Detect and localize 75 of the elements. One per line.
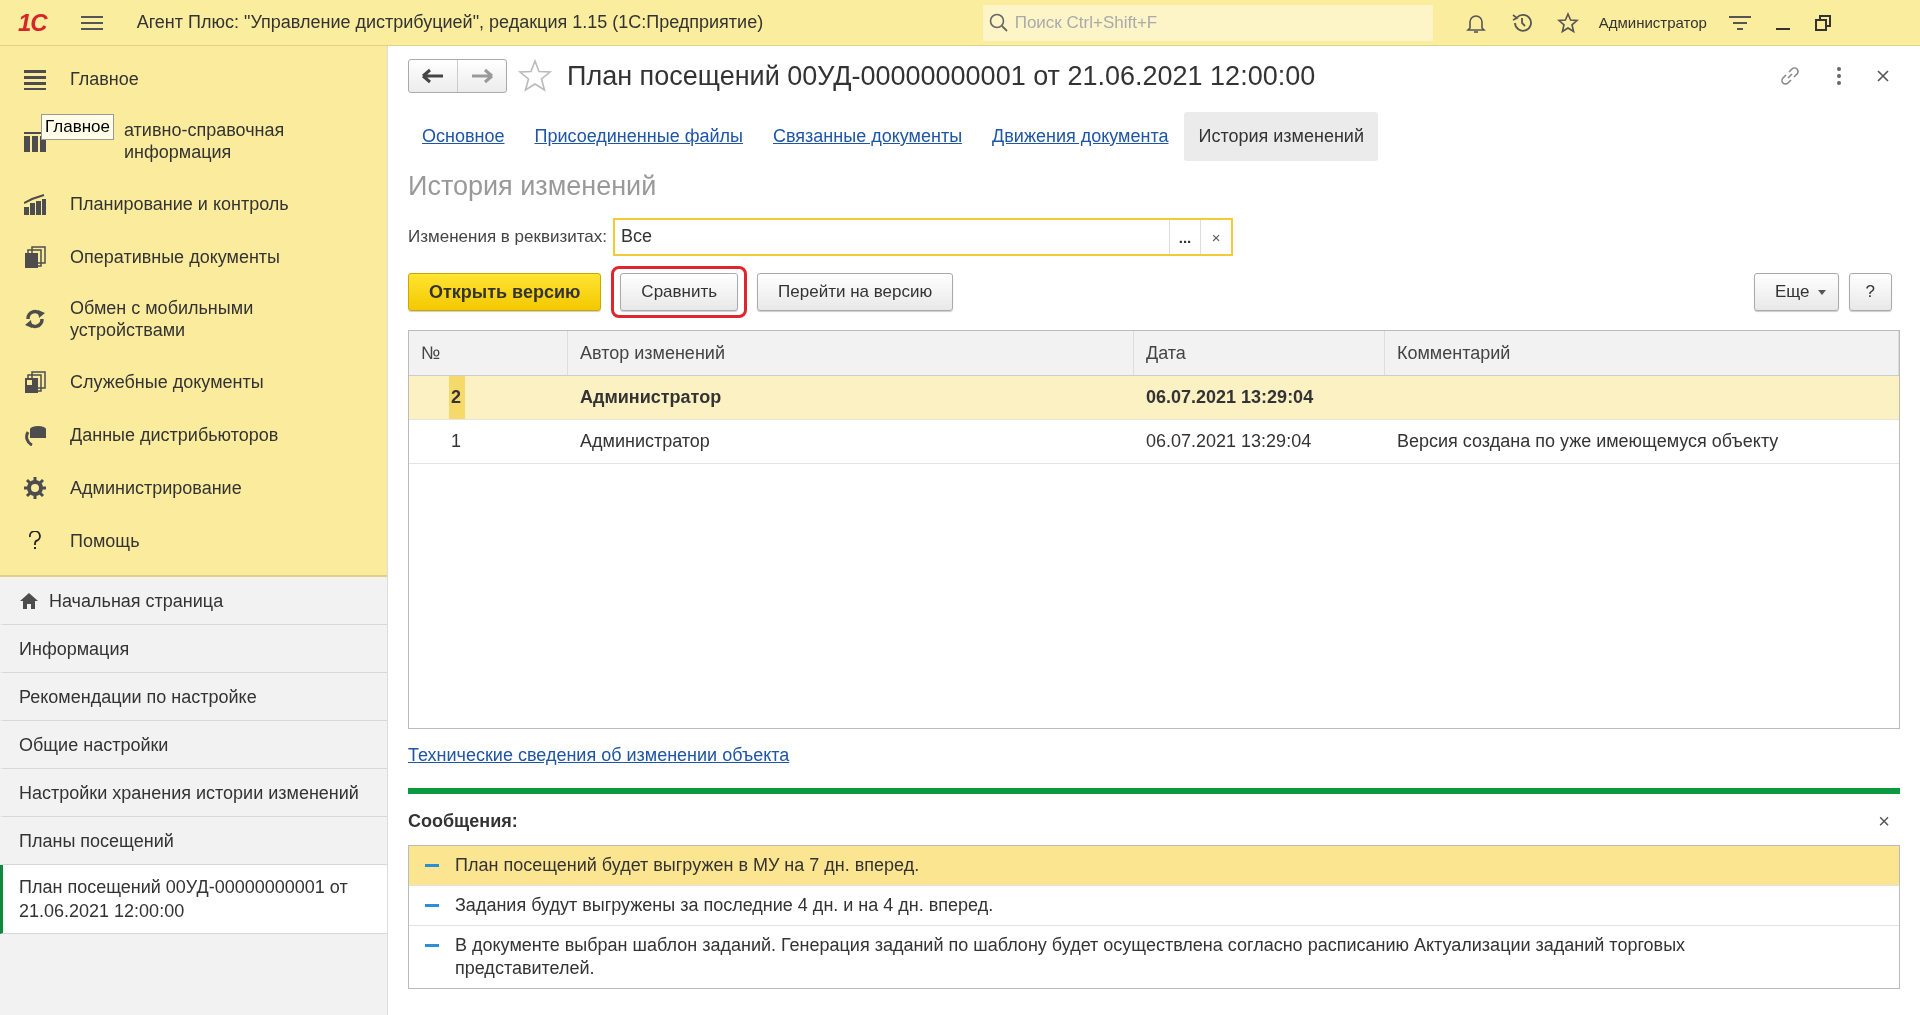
table-cell: Администратор <box>580 387 722 408</box>
app-logo: 1С <box>18 8 47 37</box>
dash-icon <box>425 944 439 948</box>
section-item[interactable]: Планирование и контроль <box>70 192 330 215</box>
section-item[interactable]: Данные дистрибьюторов <box>70 423 330 446</box>
help-button[interactable]: ? <box>1848 273 1892 311</box>
section-item[interactable]: ативно-справочная информация <box>124 119 324 163</box>
star-icon[interactable] <box>1556 11 1579 34</box>
star-icon[interactable] <box>517 59 553 93</box>
search-field[interactable]: Поиск Ctrl+Shift+F <box>982 4 1433 41</box>
caret-icon <box>1817 289 1826 295</box>
section-item[interactable]: Обмен с мобильными устройствами <box>70 297 330 341</box>
home-icon <box>19 591 39 610</box>
clear-button[interactable]: × <box>1200 220 1231 254</box>
tab[interactable]: История изменений <box>1184 112 1378 161</box>
tab[interactable]: Связанные документы <box>759 112 977 161</box>
open-window-item[interactable]: План посещений 00УД-00000000001 от 21.06.2021 12:00:00 <box>0 865 387 934</box>
table-cell: 2 <box>451 387 461 408</box>
history-icon[interactable] <box>1510 11 1533 34</box>
dash-icon <box>425 864 439 868</box>
menu-icon <box>24 67 46 90</box>
select-button[interactable]: ... <box>1169 220 1200 254</box>
open-version-button[interactable]: Открыть версию <box>408 273 602 311</box>
field-label: Изменения в реквизитах: <box>408 227 607 247</box>
refresh-icon <box>24 308 46 330</box>
tab[interactable]: Присоединенные файлы <box>520 112 757 161</box>
table-cell: Администратор <box>580 431 710 452</box>
tab[interactable]: Движения документа <box>978 112 1183 161</box>
section-item[interactable]: Помощь <box>70 529 330 552</box>
bar-chart-icon <box>24 192 46 215</box>
section-item[interactable]: Служебные документы <box>70 370 330 393</box>
close-icon[interactable] <box>1876 69 1890 83</box>
restore-icon[interactable] <box>1814 14 1831 31</box>
column-header[interactable]: Автор изменений <box>568 331 1134 375</box>
command-button[interactable]: Сравнить <box>620 273 739 311</box>
column-header[interactable]: Дата <box>1134 331 1385 375</box>
tooltip: Главное <box>41 114 114 140</box>
section-heading: История изменений <box>408 171 658 202</box>
settings-icon <box>24 476 46 499</box>
question-icon <box>28 530 42 551</box>
table-cell: Версия создана по уже имеющемуся объекту <box>1397 431 1779 452</box>
menu-icon[interactable] <box>80 13 103 32</box>
tech-info-link[interactable]: Технические сведения об изменении объекта <box>408 745 790 765</box>
table-cell: 06.07.2021 13:29:04 <box>1146 431 1312 452</box>
search-icon <box>988 12 1009 33</box>
table-row[interactable]: 1 Администратор 06.07.2021 13:29:04 Версия создана по уже имеющемуся объекту <box>409 420 1899 464</box>
more-icon[interactable] <box>1836 66 1842 86</box>
column-header[interactable]: № <box>409 331 568 375</box>
form-title: План посещений 00УД-00000000001 от 21.06.2021 12:00:00 <box>567 60 1316 92</box>
section-item[interactable]: Оперативные документы <box>70 245 330 268</box>
messages-title: Сообщения: <box>408 811 518 832</box>
app-title: Агент Плюс: "Управление дистрибуцией", редакция 1.15 (1С:Предприятие) <box>136 12 765 33</box>
message-item[interactable]: Задания будут выгружены за последние 4 дн. и на 4 дн. вперед. <box>409 886 1899 926</box>
search-input[interactable]: Поиск Ctrl+Shift+F <box>1012 11 1417 34</box>
filter-icon[interactable] <box>1728 13 1751 32</box>
tab[interactable]: Основное <box>408 112 519 161</box>
table-cell: 1 <box>451 431 461 452</box>
books-icon <box>24 130 46 152</box>
table-row[interactable]: 2 Администратор 06.07.2021 13:29:04 <box>409 376 1899 420</box>
dash-icon <box>425 904 439 908</box>
message-item[interactable]: В документе выбран шаблон заданий. Генерация заданий по шаблону будет осуществлена согласно расписанию Актуализации заданий торговых представителей. <box>409 926 1899 988</box>
table-cell: 06.07.2021 13:29:04 <box>1146 387 1314 408</box>
section-item[interactable]: Администрирование <box>70 476 330 499</box>
filter-field[interactable]: Все ... × <box>613 218 1233 256</box>
user-name[interactable]: Администратор <box>1598 14 1707 31</box>
command-button[interactable]: Перейти на версию <box>757 273 954 311</box>
section-item[interactable]: Главное <box>70 67 330 90</box>
database-icon <box>24 423 46 446</box>
more-button[interactable]: Еще <box>1753 273 1839 311</box>
documents-icon <box>24 370 46 393</box>
message-item[interactable]: План посещений будет выгружен в МУ на 7 дн. вперед. <box>409 846 1899 886</box>
close-button[interactable]: × <box>1878 810 1900 833</box>
column-header[interactable]: Комментарий <box>1385 331 1899 375</box>
link-icon[interactable] <box>1778 64 1802 88</box>
documents-icon <box>24 245 46 268</box>
